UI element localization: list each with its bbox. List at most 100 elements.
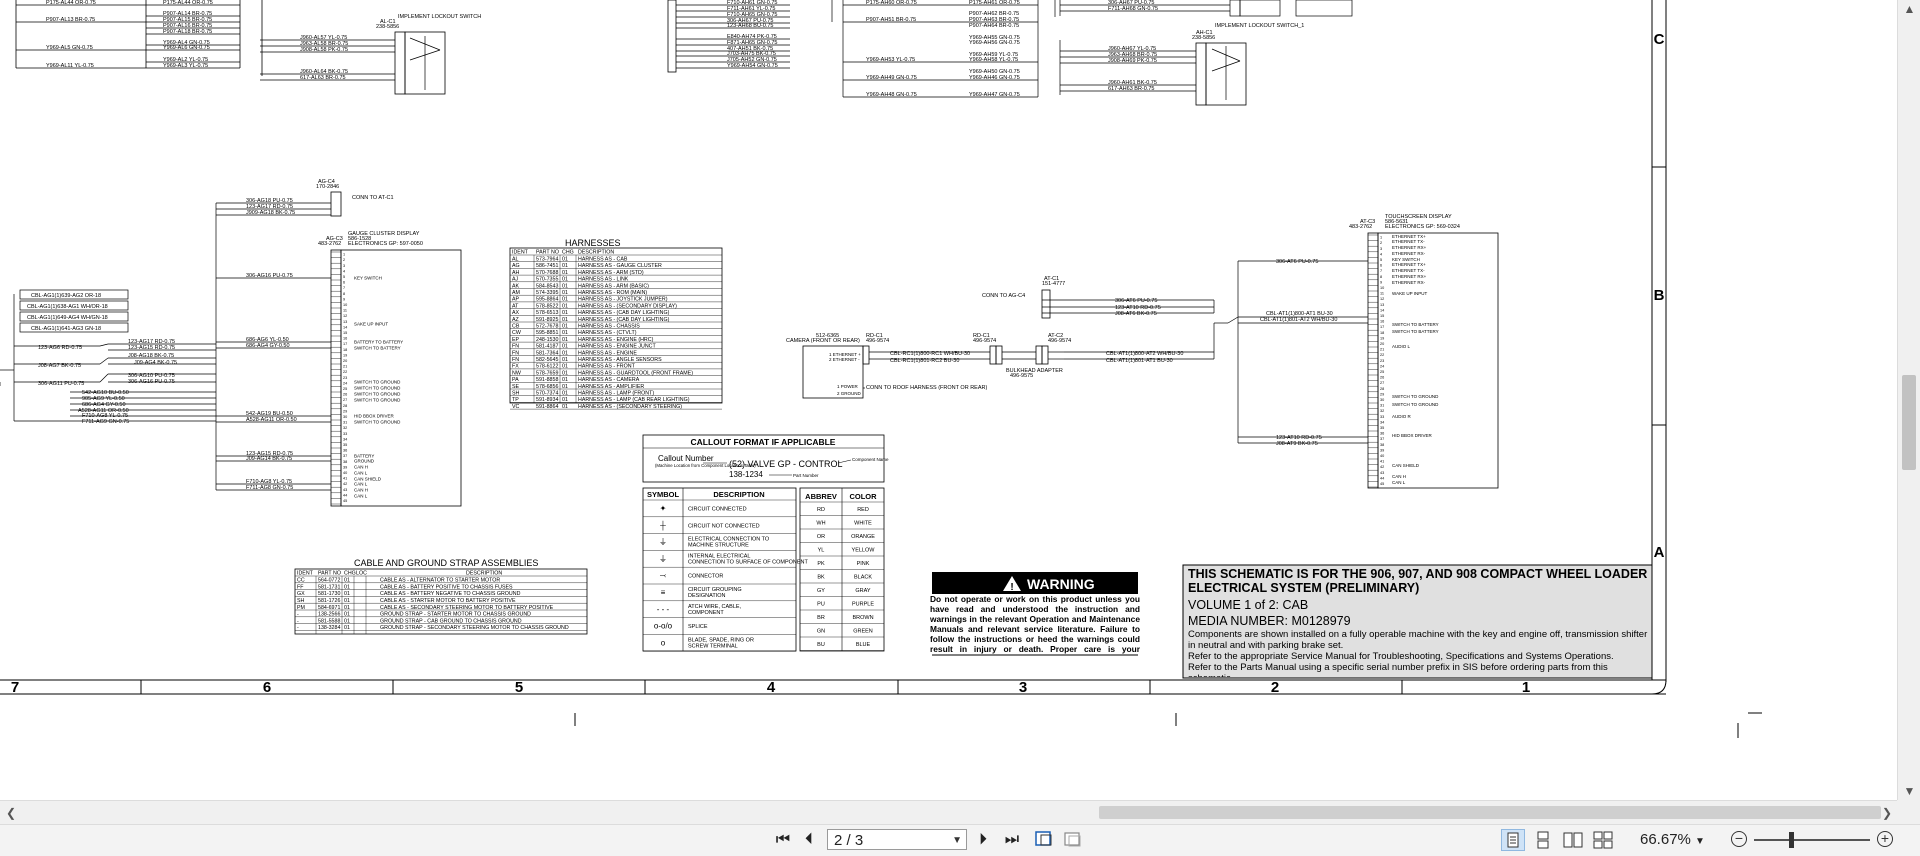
harness-cell: AT [512,303,519,309]
gauge-pin-number: 24 [343,381,347,385]
harness-cell: 595-8851 [536,330,558,336]
harness-cell: 581-7364 [536,350,558,356]
touchscreen-pin-number: 28 [1380,387,1384,391]
color-name: PINK [857,561,870,567]
harness-header-cell: PART NO [536,250,559,256]
top-mid-wiring: F710-AH61 GN-0.75 F711-AH61 YL-0.75 F710… [667,0,1056,98]
cable-cell: - [297,625,299,631]
harness-cell: PA [512,377,519,383]
horizontal-scrollbar[interactable]: ❮ ❯ [0,800,1897,825]
gauge-pin-number: 21 [343,365,347,369]
two-page-icon[interactable] [1561,829,1585,851]
symbol-glyph-icon: - - - [657,605,670,614]
touchscreen-pin-number: 2 [1380,241,1382,245]
color-name: ORANGE [851,534,875,540]
harness-header-cell: IDENT [512,250,529,256]
svg-text:CBL-AG1(1)639-AG2 OR-18: CBL-AG1(1)639-AG2 OR-18 [31,293,101,299]
touchscreen-pin-label: CAN H [1392,474,1406,479]
gauge-pin-number: 42 [343,482,347,486]
color-table: RD RED WH WHITE OR ORANGE YL YELLOW PK PINK BK BLAC… [799,487,885,652]
prev-page-icon[interactable]: ⏴ [798,829,820,851]
color-abbrev: BK [817,575,825,581]
harness-cell: SE [512,384,520,390]
first-page-icon[interactable]: ⏮ [772,829,794,851]
document-viewport[interactable]: C B A 7 6 5 4 3 2 1 P175-AL44 OR-0.75 P9… [0,0,1895,800]
cable-cell: - [297,612,299,618]
color-name: BROWN [852,615,873,621]
callout-format: CALLOUT FORMAT IF APPLICABLE Callout Num… [642,434,889,483]
grid-letter-b: B [1654,287,1665,304]
last-page-icon[interactable]: ⏭ [1001,829,1023,851]
scroll-up-icon[interactable]: ▲ [1898,0,1920,18]
grid-number-4: 4 [767,679,776,696]
harness-cell: 01 [562,277,568,283]
svg-text:CABLE AND GROUND STRAP ASSEMBL: CABLE AND GROUND STRAP ASSEMBLIES [354,558,538,568]
zoom-in-icon[interactable]: + [1877,831,1893,847]
svg-text:ABBREV: ABBREV [805,492,837,501]
gauge-pin-number: 8 [343,292,345,296]
svg-text:J09-AG4 BK-0.75: J09-AG4 BK-0.75 [134,360,177,366]
scroll-left-icon[interactable]: ❮ [2,801,20,825]
horizontal-scroll-thumb[interactable] [1099,806,1881,819]
svg-text:HARNESSES: HARNESSES [565,238,621,248]
svg-text:J09-AG14 BK-0.75: J09-AG14 BK-0.75 [246,456,292,462]
svg-text:P175-AH60 OR-0.75: P175-AH60 OR-0.75 [866,0,917,6]
implement-lockout-switch-left: IMPLEMENT LOCKOUT SWITCH AL-C1 238-5856 … [260,14,481,95]
fit-width-icon[interactable] [1062,829,1084,851]
grid-number-6: 6 [263,679,271,696]
gauge-pin-number: 11 [343,309,347,313]
harness-cell: HARNESS AS - JOYSTICK JUMPER) [578,297,668,303]
harness-cell: 01 [562,397,568,403]
harness-cell: 584-8543 [536,283,558,289]
next-page-icon[interactable]: ⏵ [972,829,994,851]
svg-text:CONN TO ROOF HARNESS (FRONT OR: CONN TO ROOF HARNESS (FRONT OR REAR) [866,385,987,391]
page-number-field[interactable]: 2 / 3 ▼ [827,829,967,850]
page-dropdown-icon[interactable]: ▼ [952,830,962,851]
cable-cell: 01 [344,612,350,618]
harness-cell: 01 [562,364,568,370]
harness-cell: 591-8934 [536,397,558,403]
color-abbrev: YL [818,548,825,554]
svg-text:J909-AG18 BK-0.75: J909-AG18 BK-0.75 [246,210,295,216]
scroll-down-icon[interactable]: ▼ [1898,782,1920,800]
zoom-slider-track[interactable] [1754,839,1870,841]
title-block: THIS SCHEMATIC IS FOR THE 906, 907, AND … [1182,564,1653,679]
touchscreen-pin-number: 12 [1380,297,1384,301]
gauge-pin-number: 41 [343,477,347,481]
cable-cell: 01 [344,584,350,590]
two-page-continuous-icon[interactable] [1591,829,1615,851]
single-page-icon[interactable] [1501,829,1525,851]
svg-text:CAMERA (FRONT OR REAR): CAMERA (FRONT OR REAR) [786,338,860,344]
cable-cell: 564-0772 [318,578,340,584]
svg-text:306-AG16 PU-0.75: 306-AG16 PU-0.75 [246,273,293,279]
gauge-pin-label: SWITCH TO BATTERY [354,346,401,351]
continuous-icon[interactable] [1531,829,1555,851]
scroll-right-icon[interactable]: ❯ [1878,801,1896,825]
svg-text:Y969-AH56 GN-0.75: Y969-AH56 GN-0.75 [969,40,1020,46]
svg-text:138-1234: 138-1234 [729,470,763,479]
grid-letter-c: C [1654,31,1665,48]
gauge-pin-number: 27 [343,398,347,402]
touchscreen-pin-number: 35 [1380,426,1384,430]
zoom-dropdown-icon[interactable]: ▼ [1695,836,1705,847]
svg-text:Y969-AH48 GN-0.75: Y969-AH48 GN-0.75 [866,92,917,98]
zoom-out-icon[interactable]: − [1731,831,1747,847]
svg-text:686-AG4 GY-0.50: 686-AG4 GY-0.50 [246,343,290,349]
svg-text:483-2762: 483-2762 [318,241,341,247]
vertical-scrollbar[interactable]: ▲ ▼ [1897,0,1920,800]
zoom-slider-thumb[interactable] [1789,832,1794,848]
vertical-scroll-thumb[interactable] [1902,375,1916,470]
svg-text:2 ETHERNET -: 2 ETHERNET - [829,357,860,362]
fit-page-icon[interactable] [1033,829,1055,851]
svg-text:CBL-RC1(1)801-RC2 BU-30: CBL-RC1(1)801-RC2 BU-30 [890,358,959,364]
svg-text:J08-AG7 BK-0.75: J08-AG7 BK-0.75 [38,363,81,369]
grid-number-7: 7 [11,679,19,696]
gauge-pin-label: SWITCH TO GROUND [354,420,401,425]
harness-cell: CW [512,330,521,336]
color-name: GREEN [853,629,873,635]
gauge-pin-label: SWITCH TO GROUND [354,386,401,391]
symbol-description: MACHINE STRUCTURE [688,543,749,549]
svg-text:Y969-AH49 GN-0.75: Y969-AH49 GN-0.75 [866,75,917,81]
zoom-level[interactable]: 66.67% ▼ [1640,829,1720,851]
harness-cell: 01 [562,297,568,303]
